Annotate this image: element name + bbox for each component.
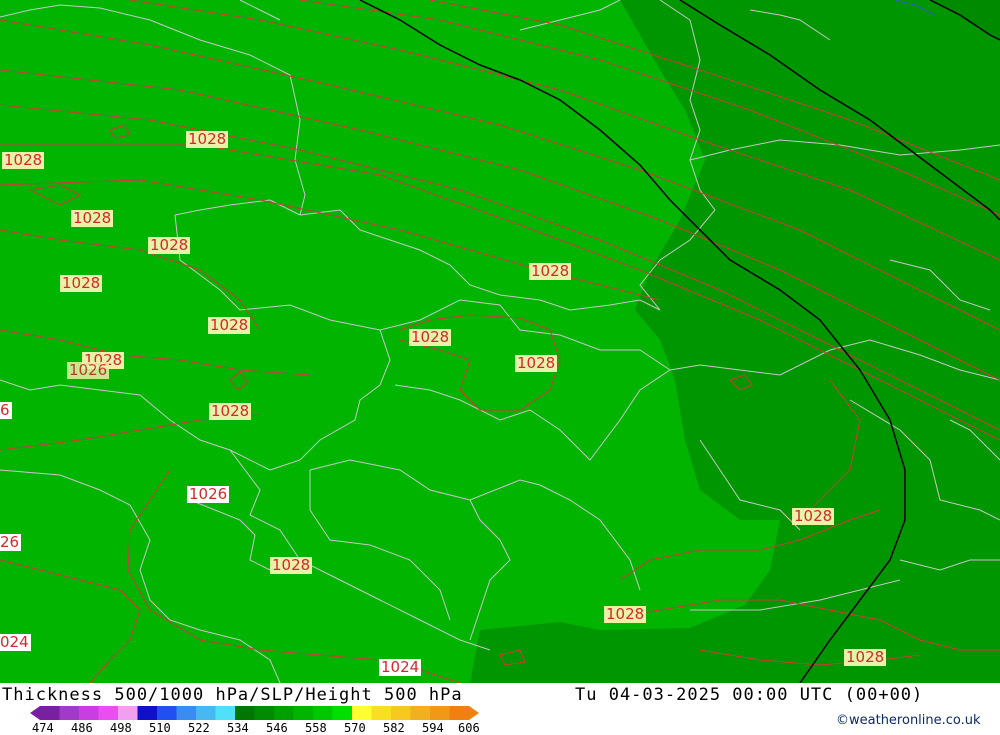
isobar-label: 1026 [187,485,230,503]
scale-swatch [313,706,333,720]
isobar-label: 1028 [208,316,251,334]
scale-swatch [235,706,255,720]
scale-arrow-right [469,706,479,720]
scale-swatch [215,706,236,720]
isobar-label: 1028 [844,648,887,666]
isobar-label: 1028 [148,236,191,254]
scale-swatch [391,706,411,720]
scale-swatch [410,706,431,720]
isobar-label: 024 [0,633,31,651]
isobar-label: 1024 [379,658,422,676]
isobar-label: 1028 [515,354,558,372]
isobar-label: 1028 [209,402,252,420]
scale-swatch [254,706,275,720]
scale-swatch [274,706,294,720]
scale-swatch [40,706,60,720]
isobar-label: 26 [0,533,22,551]
isobar-label: 1026 [67,361,110,379]
isobar-label: 1028 [409,328,452,346]
scale-swatch [352,706,372,720]
color-scale [30,706,479,720]
isobar-label: 1028 [529,262,572,280]
isobar-label: 1028 [792,507,835,525]
credit-link[interactable]: ©weatheronline.co.uk [836,713,981,728]
scale-swatch [98,706,119,720]
scale-swatch [196,706,216,720]
scale-swatch [137,706,158,720]
run-time: Tu 04-03-2025 00:00 UTC (00+00) [575,685,924,705]
scale-swatch [176,706,197,720]
scale-swatch [293,706,314,720]
isobar-label: 1028 [2,151,45,169]
map-title: Thickness 500/1000 hPa/SLP/Height 500 hP… [2,685,463,705]
scale-swatch [118,706,138,720]
scale-swatch [157,706,177,720]
scale-swatch [59,706,80,720]
scale-swatch [371,706,392,720]
scale-swatch [430,706,450,720]
scale-swatch [79,706,99,720]
isobar-label: 1028 [270,556,313,574]
scale-swatch [449,706,470,720]
isobar-label: 1028 [604,605,647,623]
weather-map [0,0,1000,683]
isobar-label: 1028 [186,130,229,148]
scale-swatch [332,706,353,720]
isobar-label: 6 [0,401,12,419]
isobar-label: 1028 [60,274,103,292]
isobar-label: 1028 [71,209,114,227]
scale-arrow-left [30,706,40,720]
